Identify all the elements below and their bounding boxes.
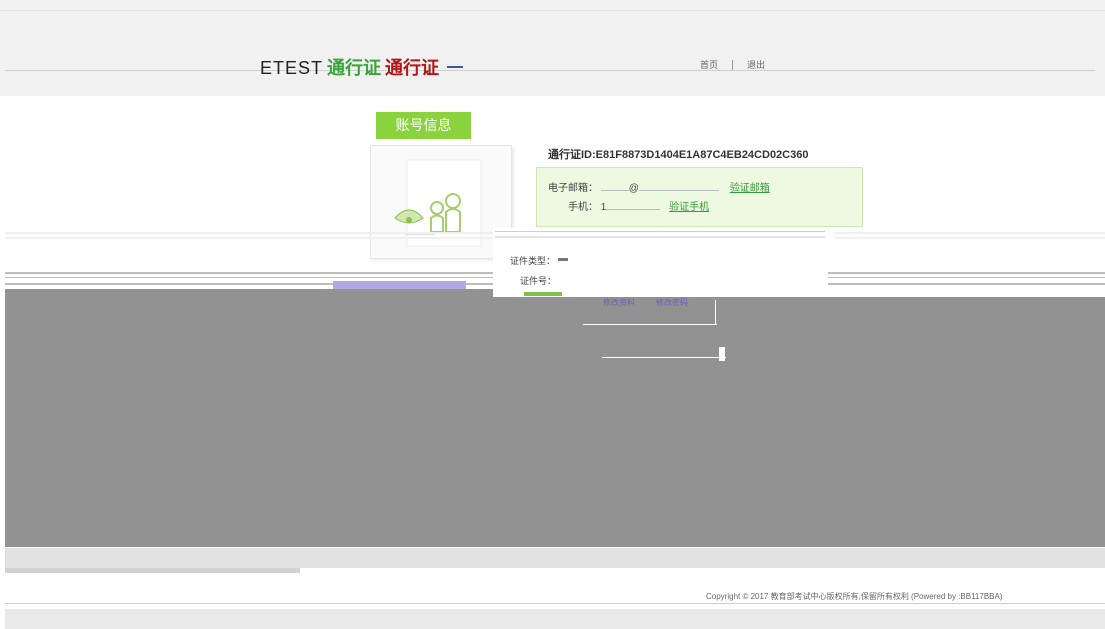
divider-line [835,232,1105,234]
panel-line [602,357,726,358]
email-row: 电子邮箱： @ 验证邮箱 [548,179,770,194]
nav-home-link[interactable]: 首页 [700,58,718,71]
divider-line [835,237,1105,239]
email-at: @ [628,183,639,194]
footer-band [5,609,1105,629]
divider-line [5,277,493,278]
avatar-illustration-icon [394,159,482,247]
id-area-border [495,231,825,232]
phone-masked [606,200,661,210]
change-password-button[interactable]: 修改密码 [656,297,688,308]
footer-divider [5,603,1105,604]
contact-info-box [536,167,863,227]
id-type-label: 证件类型： [510,256,556,266]
id-number-row: 证件号： [520,274,556,287]
email-masked-user [600,181,629,191]
logo[interactable]: ETEST 通行证 通行证 [260,54,464,78]
tab-account-info[interactable]: 账号信息 [376,112,471,139]
divider-line [5,237,493,239]
verify-phone-link[interactable]: 验证手机 [669,202,709,213]
email-label: 电子邮箱： [548,183,598,194]
overlay-panel [5,297,1105,547]
logo-pass-green: 通行证 [327,58,382,78]
nav-separator [732,59,734,70]
logo-pass-red: 通行证 [385,58,440,78]
id-number-label: 证件号： [520,276,557,286]
id-type-value [557,258,568,261]
pass-id: 通行证ID:E81F8873D1404E1A87C4EB24CD02C360 [548,149,809,161]
panel-bottom-strip [5,548,1105,568]
divider-line [5,272,493,274]
logo-underline-icon [447,66,464,68]
header-divider [5,70,1095,71]
panel-shadow [5,568,300,573]
panel-line [715,300,716,325]
id-area-border [495,236,825,238]
panel-line [583,324,717,325]
email-masked-domain [638,181,719,191]
phone-label: 手机： [568,202,598,213]
panel-mark [719,347,725,361]
nav-logout-link[interactable]: 退出 [747,58,765,71]
verify-email-link[interactable]: 验证邮箱 [730,183,770,194]
phone-row: 手机： 1 验证手机 [568,198,709,213]
header [0,0,1105,96]
avatar [370,145,512,259]
copyright: Copyright © 2017 教育部考试中心版权所有,保留所有权利 (Pow… [706,592,1003,601]
logo-etest: ETEST [260,58,324,78]
top-nav: 首页 退出 [700,58,765,71]
header-top-border [0,10,1105,11]
divider-line [5,232,493,234]
progress-marker [524,292,562,296]
edit-profile-button[interactable]: 修改资料 [603,297,635,308]
id-type-row: 证件类型： [510,254,568,267]
